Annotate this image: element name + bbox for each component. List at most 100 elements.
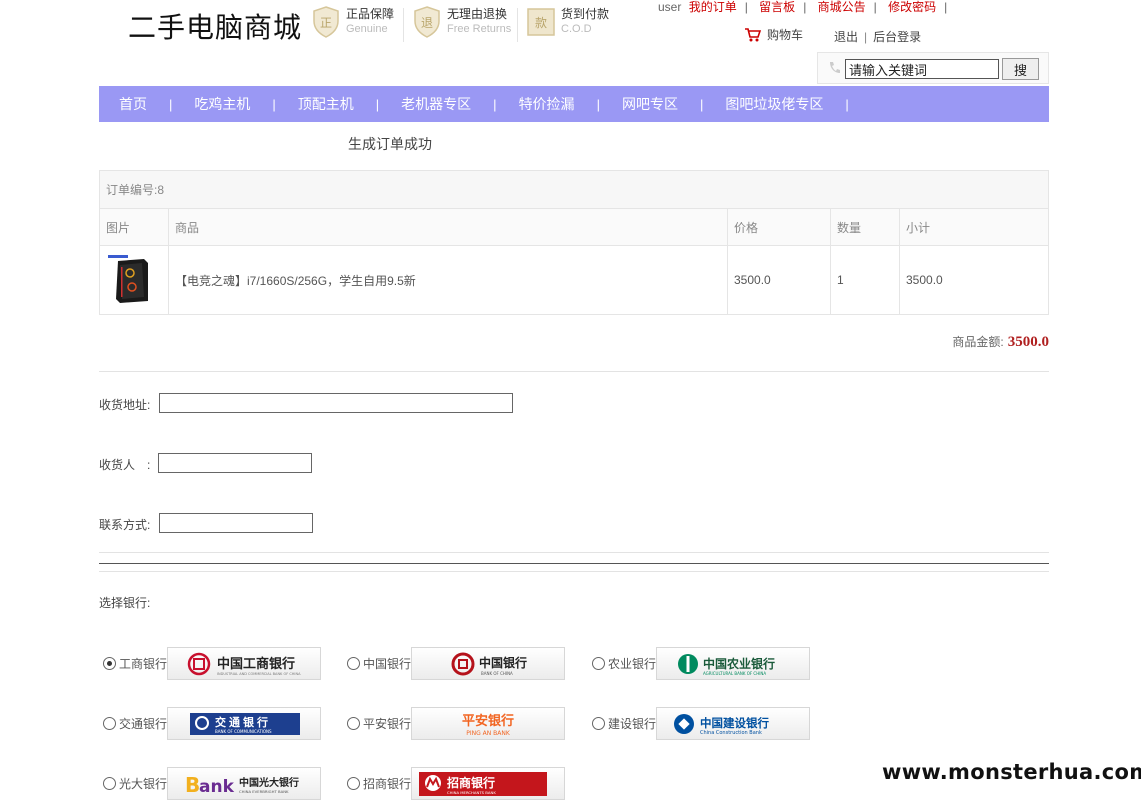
nav-netcafe[interactable]: 网吧专区 <box>622 94 678 114</box>
order-table: 订单编号:8 图片 商品 价格 数量 小计 【电竞之魂】i7/1660S/256… <box>99 170 1049 315</box>
nav-tieba[interactable]: 图吧垃圾佬专区 <box>725 94 823 114</box>
pingan-logo[interactable]: 平安银行 PING AN BANK <box>411 707 565 740</box>
product-qty: 1 <box>830 245 900 315</box>
svg-text:平安银行: 平安银行 <box>462 713 514 729</box>
bank-name: 招商银行 <box>363 777 412 791</box>
svg-text:INDUSTRIAL AND COMMERCIAL BANK: INDUSTRIAL AND COMMERCIAL BANK OF CHINA <box>217 672 301 676</box>
svg-text:BANK OF COMMUNICATIONS: BANK OF COMMUNICATIONS <box>215 729 272 734</box>
icbc-logo[interactable]: 中国工商银行 INDUSTRIAL AND COMMERCIAL BANK OF… <box>167 647 321 680</box>
svg-text:中国建设银行: 中国建设银行 <box>700 716 769 730</box>
badge-cod: 款 货到付款 C.O.D <box>527 6 609 38</box>
radio-button[interactable] <box>347 657 360 670</box>
nav-pubg[interactable]: 吃鸡主机 <box>194 94 250 114</box>
column-header: 数量 <box>830 208 900 246</box>
change-password-link[interactable]: 修改密码 <box>888 0 936 14</box>
receiver-input[interactable] <box>158 453 312 473</box>
svg-text:中国银行: 中国银行 <box>479 655 527 670</box>
bocom-logo[interactable]: 交通银行 BANK OF COMMUNICATIONS <box>167 707 321 740</box>
radio-button[interactable] <box>347 717 360 730</box>
radio-button[interactable] <box>347 777 360 790</box>
ceb-logo[interactable]: B ank 中国光大银行 CHINA EVERBRIGHT BANK <box>167 767 321 800</box>
product-name[interactable]: 【电竞之魂】i7/1660S/256G，学生自用9.5新 <box>168 245 728 315</box>
table-row: 【电竞之魂】i7/1660S/256G，学生自用9.5新 3500.0 1 35… <box>99 245 1049 315</box>
svg-text:China Construction Bank: China Construction Bank <box>700 730 762 736</box>
bank-name: 农业银行 <box>608 657 657 671</box>
bank-option-icbc[interactable]: 工商银行 中国工商银行 INDUSTRIAL AND COMMERCIAL BA… <box>103 647 321 680</box>
bank-option-ccb[interactable]: 建设银行 中国建设银行 China Construction Bank <box>592 707 810 740</box>
product-price: 3500.0 <box>727 245 831 315</box>
cod-icon: 款 <box>527 8 555 36</box>
svg-text:PING AN BANK: PING AN BANK <box>466 730 511 737</box>
admin-login-link[interactable]: 后台登录 <box>873 30 921 44</box>
svg-text:退: 退 <box>421 16 433 30</box>
bank-option-pingan[interactable]: 平安银行 平安银行 PING AN BANK <box>347 707 565 740</box>
divider <box>99 552 1049 553</box>
search-input[interactable] <box>845 59 999 79</box>
address-input[interactable] <box>159 393 513 413</box>
bank-option-abc[interactable]: 农业银行 中国农业银行 AGRICULTURAL BANK OF CHINA <box>592 647 810 680</box>
product-image-cell <box>99 245 169 315</box>
badge-title: 货到付款 <box>561 7 610 21</box>
cart-label: 购物车 <box>767 28 804 42</box>
logout-link[interactable]: 退出 <box>834 30 858 44</box>
badge-returns: 退 无理由退换 Free Returns <box>413 6 511 38</box>
phone-label: 联系方式: <box>99 518 151 532</box>
bank-name: 光大银行 <box>119 777 168 791</box>
svg-text:AGRICULTURAL BANK OF CHINA: AGRICULTURAL BANK OF CHINA <box>703 671 766 676</box>
site-logo[interactable]: 二手电脑商城 <box>128 6 302 46</box>
search-button[interactable]: 搜 <box>1002 58 1039 80</box>
bank-name: 交通银行 <box>119 717 168 731</box>
bank-option-bocom[interactable]: 交通银行 交通银行 BANK OF COMMUNICATIONS <box>103 707 321 740</box>
svg-text:中国光大银行: 中国光大银行 <box>239 776 299 789</box>
radio-button[interactable] <box>103 717 116 730</box>
username: user <box>658 0 682 14</box>
svg-text:招商银行: 招商银行 <box>447 775 495 790</box>
bank-name: 建设银行 <box>608 717 657 731</box>
divider <box>99 371 1049 372</box>
total-label: 商品金额: <box>952 335 1004 349</box>
table-header-row: 图片 商品 价格 数量 小计 <box>99 208 1049 246</box>
cmb-logo[interactable]: 招商银行 CHINA MERCHANTS BANK <box>411 767 565 800</box>
radio-button[interactable] <box>103 777 116 790</box>
my-orders-link[interactable]: 我的订单 <box>689 0 737 14</box>
cart-icon <box>745 27 761 41</box>
badge-divider <box>517 8 518 42</box>
bank-select-label: 选择银行: <box>99 596 151 610</box>
account-links: 退出 | 后台登录 <box>834 30 922 44</box>
cart-link[interactable]: 购物车 <box>745 26 803 43</box>
bank-option-ceb[interactable]: 光大银行 B ank 中国光大银行 CHINA EVERBRIGHT BANK <box>103 767 321 800</box>
svg-text:BANK OF CHINA: BANK OF CHINA <box>481 671 513 676</box>
guestbook-link[interactable]: 留言板 <box>759 0 795 14</box>
svg-text:款: 款 <box>535 16 547 30</box>
radio-button[interactable] <box>592 657 605 670</box>
shield-icon: 退 <box>414 6 440 38</box>
ccb-logo[interactable]: 中国建设银行 China Construction Bank <box>656 707 810 740</box>
radio-button[interactable] <box>103 657 116 670</box>
boc-logo[interactable]: 中国银行 BANK OF CHINA <box>411 647 565 680</box>
search-box: 搜 <box>817 52 1049 84</box>
radio-button[interactable] <box>592 717 605 730</box>
nav-oldmachine[interactable]: 老机器专区 <box>401 94 471 114</box>
column-header: 图片 <box>99 208 169 246</box>
badge-subtitle: Genuine <box>346 23 388 35</box>
receiver-label: 收货人 : <box>99 458 151 472</box>
nav-bargain[interactable]: 特价捡漏 <box>519 94 575 114</box>
badge-subtitle: C.O.D <box>561 23 592 35</box>
table-row: 订单编号:8 <box>99 170 1049 209</box>
column-header: 价格 <box>727 208 831 246</box>
phone-input[interactable] <box>159 513 313 533</box>
bank-option-cmb[interactable]: 招商银行 招商银行 CHINA MERCHANTS BANK <box>347 767 565 800</box>
badge-title: 无理由退换 <box>447 7 508 21</box>
nav-topconfig[interactable]: 顶配主机 <box>298 94 354 114</box>
nav-home[interactable]: 首页 <box>119 94 147 114</box>
bank-option-boc[interactable]: 中国银行 中国银行 BANK OF CHINA <box>347 647 565 680</box>
abc-logo[interactable]: 中国农业银行 AGRICULTURAL BANK OF CHINA <box>656 647 810 680</box>
watermark-text: www.monsterhua.com <box>882 760 1141 784</box>
badge-genuine: 正 正品保障 Genuine <box>312 6 394 38</box>
divider <box>99 571 1049 572</box>
announcement-link[interactable]: 商城公告 <box>818 0 866 14</box>
svg-text:正: 正 <box>320 16 332 30</box>
address-label: 收货地址: <box>99 398 151 412</box>
pc-case-image[interactable] <box>106 253 156 305</box>
bank-name: 平安银行 <box>363 717 412 731</box>
